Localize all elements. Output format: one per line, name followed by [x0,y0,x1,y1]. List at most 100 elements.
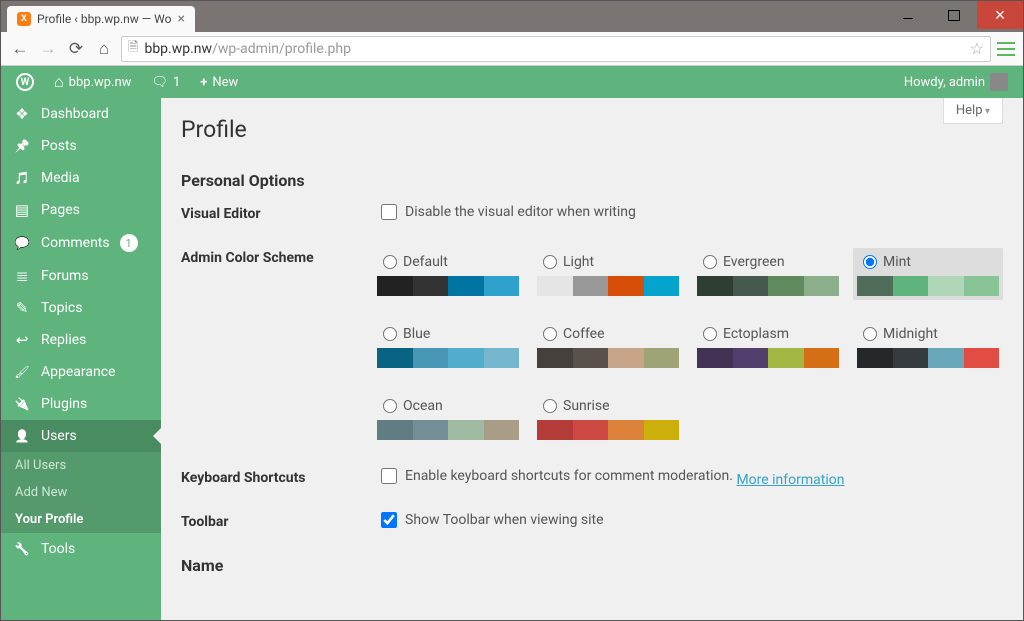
color-scheme-radio[interactable] [703,255,717,269]
os-window: X Profile ‹ bbp.wp.nw — Wo × × ← → ⟳ ⌂ 🗎… [0,0,1024,621]
sidebar-subitem-your-profile[interactable]: Your Profile [1,506,161,533]
color-scheme-evergreen[interactable]: Evergreen [693,248,843,300]
favicon-icon: X [17,12,31,26]
color-scheme-radio[interactable] [543,399,557,413]
color-swatch [804,348,840,368]
color-swatch-row [537,348,679,368]
visual-editor-checkbox[interactable] [381,204,397,220]
browser-tab-strip: X Profile ‹ bbp.wp.nw — Wo × × [1,1,1023,32]
color-scheme-radio[interactable] [383,327,397,341]
color-swatch [413,420,449,440]
sidebar-subitem-add-new[interactable]: Add New [1,479,161,506]
back-button[interactable]: ← [9,38,31,60]
browser-tab[interactable]: X Profile ‹ bbp.wp.nw — Wo × [7,6,195,32]
color-swatch-row [697,348,839,368]
chrome-menu-button[interactable] [997,42,1015,56]
forward-button[interactable]: → [37,38,59,60]
color-scheme-radio[interactable] [543,255,557,269]
admin-bar: W bbp.wp.nw 🗨1 New Howdy, admin [1,66,1023,98]
bookmark-star-icon[interactable]: ☆ [970,39,984,58]
avatar [990,73,1008,91]
color-swatch [377,276,413,296]
visual-editor-checkbox-wrap[interactable]: Disable the visual editor when writing [381,204,636,220]
sidebar-item-plugins[interactable]: Plugins [1,388,161,420]
color-swatch-row [537,420,679,440]
color-swatch-row [377,276,519,296]
sidebar-item-users[interactable]: Users [1,420,161,452]
color-swatch [928,276,964,296]
sidebar-item-comments[interactable]: Comments1 [1,226,161,260]
sidebar-item-forums[interactable]: Forums [1,260,161,292]
new-content-link[interactable]: New [193,66,245,98]
reload-button[interactable]: ⟳ [65,38,87,60]
color-swatch [644,276,680,296]
address-bar[interactable]: 🗎 bbp.wp.nw/wp-admin/profile.php ☆ [121,36,991,62]
color-scheme-default[interactable]: Default [373,248,523,300]
color-swatch [484,420,520,440]
reply-icon [13,332,31,348]
color-scheme-ectoplasm[interactable]: Ectoplasm [693,320,843,372]
wp-logo-menu[interactable]: W [9,66,41,98]
color-swatch [573,348,609,368]
sidebar-subitem-all-users[interactable]: All Users [1,452,161,479]
shortcuts-checkbox[interactable] [381,468,397,484]
sidebar-submenu: All UsersAdd NewYour Profile [1,452,161,533]
color-swatch [377,348,413,368]
color-scheme-radio[interactable] [703,327,717,341]
sidebar-item-media[interactable]: Media [1,162,161,194]
color-scheme-radio[interactable] [863,255,877,269]
window-minimize-button[interactable] [885,1,931,29]
shortcuts-checkbox-wrap[interactable]: Enable keyboard shortcuts for comment mo… [381,468,733,484]
color-swatch [608,276,644,296]
home-button[interactable]: ⌂ [93,38,115,60]
color-scheme-radio[interactable] [383,399,397,413]
plus-icon [200,75,207,90]
color-swatch [857,348,893,368]
color-swatch-row [697,276,839,296]
account-menu[interactable]: Howdy, admin [897,66,1015,98]
toolbar-checkbox[interactable] [381,512,397,528]
color-scheme-radio[interactable] [543,327,557,341]
shortcuts-checkbox-label: Enable keyboard shortcuts for comment mo… [405,468,733,484]
color-schemes-grid: DefaultLightEvergreenMint BlueCoffeeEctop… [373,248,1003,444]
more-information-link[interactable]: More information [736,472,844,488]
color-scheme-radio[interactable] [383,255,397,269]
color-scheme-ocean[interactable]: Ocean [373,392,523,444]
color-swatch [484,276,520,296]
color-swatch [537,276,573,296]
sidebar-item-replies[interactable]: Replies [1,324,161,356]
sidebar-item-pages[interactable]: Pages [1,194,161,226]
sidebar-item-posts[interactable]: Posts [1,130,161,162]
sidebar-item-label: Topics [41,300,82,316]
color-swatch [893,276,929,296]
color-swatch-row [537,276,679,296]
sidebar-item-tools[interactable]: Tools [1,533,161,565]
sidebar-item-label: Replies [41,332,86,348]
toolbar-checkbox-wrap[interactable]: Show Toolbar when viewing site [381,512,604,528]
help-tab[interactable]: Help [943,98,1003,124]
color-scheme-sunrise[interactable]: Sunrise [533,392,683,444]
sidebar-item-appearance[interactable]: Appearance [1,356,161,388]
color-swatch [413,276,449,296]
color-scheme-light[interactable]: Light [533,248,683,300]
page-icon: 🗎 [128,38,138,60]
color-scheme-mint[interactable]: Mint [853,248,1003,300]
comments-link[interactable]: 🗨1 [144,66,187,98]
sidebar-item-dashboard[interactable]: Dashboard [1,98,161,130]
color-scheme-radio[interactable] [863,327,877,341]
color-scheme-name: Ocean [403,398,443,414]
color-scheme-midnight[interactable]: Midnight [853,320,1003,372]
page-title: Profile [181,98,1003,153]
sidebar-item-topics[interactable]: Topics [1,292,161,324]
comments-count: 1 [173,75,180,90]
color-scheme-blue[interactable]: Blue [373,320,523,372]
site-name-link[interactable]: bbp.wp.nw [47,66,138,98]
window-close-button[interactable]: × [977,1,1023,29]
tab-title: Profile ‹ bbp.wp.nw — Wo [37,12,171,26]
tab-close-icon[interactable]: × [177,11,184,27]
toolbar-checkbox-label: Show Toolbar when viewing site [405,512,604,528]
window-maximize-button[interactable] [931,1,977,29]
color-scheme-coffee[interactable]: Coffee [533,320,683,372]
user-icon [13,428,31,444]
color-swatch [768,348,804,368]
